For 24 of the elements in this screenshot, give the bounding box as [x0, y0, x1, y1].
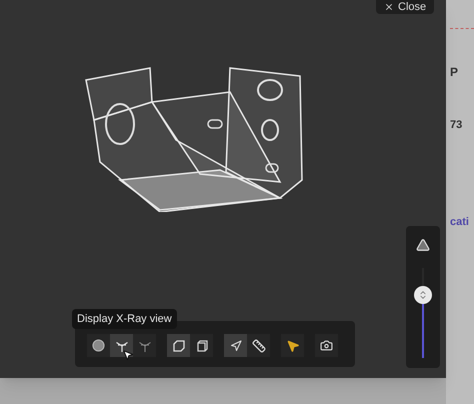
toolbar-button[interactable] — [247, 334, 270, 357]
sphere-icon — [92, 339, 105, 352]
toolbar-button[interactable] — [281, 334, 304, 357]
toolbar-button[interactable] — [315, 334, 338, 357]
pointer-icon — [122, 349, 134, 361]
triangle-icon — [416, 238, 430, 252]
chevrons-icon — [418, 290, 428, 300]
toolbar-button[interactable] — [224, 334, 247, 357]
toolbar-button[interactable] — [190, 334, 213, 357]
toolbar-button[interactable] — [87, 334, 110, 357]
navigate-icon — [230, 340, 242, 352]
cube-icon — [172, 338, 186, 352]
page-text: 73 — [450, 119, 462, 132]
ruler-icon — [252, 338, 266, 352]
page-text: P — [450, 65, 458, 79]
close-icon — [384, 2, 394, 12]
tooltip: Display X-Ray view — [72, 309, 177, 329]
camera-icon — [320, 339, 333, 352]
toolbar-button[interactable] — [167, 334, 190, 357]
cursor-icon — [286, 338, 300, 352]
cube-icon — [194, 338, 208, 352]
slider-thumb[interactable] — [414, 286, 432, 304]
close-button[interactable]: Close — [376, 0, 434, 14]
link[interactable]: cati — [450, 216, 469, 229]
